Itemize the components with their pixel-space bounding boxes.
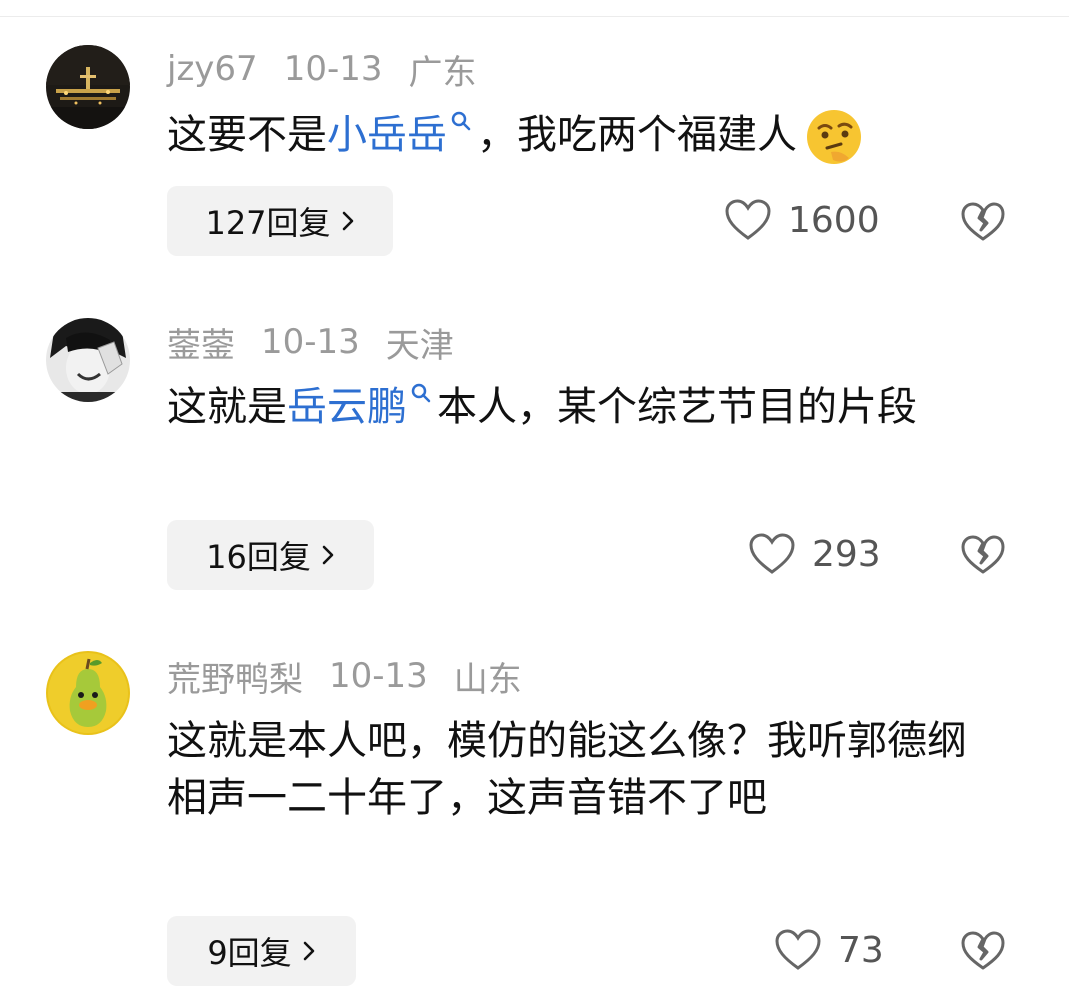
- view-replies-button[interactable]: 9回复: [167, 916, 356, 986]
- view-replies-button[interactable]: 127回复: [167, 186, 393, 256]
- username[interactable]: 蓥蓥: [167, 318, 235, 367]
- comment-date: 10-13: [329, 656, 428, 696]
- comment-meta: jzy67 10-13 广东: [167, 47, 502, 93]
- avatar[interactable]: [46, 45, 130, 129]
- comment-location: 山东: [453, 659, 522, 700]
- like-button[interactable]: 73: [774, 928, 884, 972]
- search-icon[interactable]: [409, 381, 433, 409]
- comment-text: 这就是本人吧，模仿的能这么像？我听郭德纲相声一二十年了，这声音错不了吧: [167, 718, 967, 821]
- comment-date: 10-13: [283, 49, 383, 89]
- keyword-link[interactable]: 岳云鹏: [287, 384, 407, 430]
- heart-icon: [749, 533, 795, 574]
- comment-location: 天津: [385, 325, 454, 366]
- avatar[interactable]: [46, 651, 130, 735]
- comment-date: 10-13: [261, 322, 360, 362]
- comment-location: 广东: [408, 52, 477, 93]
- comment-meta: 蓥蓥 10-13 天津: [167, 318, 480, 367]
- chevron-right-icon: [303, 941, 314, 961]
- comment-text: 这就是岳云鹏 本人，某个综艺节目的片段: [167, 379, 997, 436]
- comment-text: 这要不是小岳岳 ，我吃两个福建人: [167, 107, 997, 166]
- thinking-face-emoji-icon: [807, 110, 861, 164]
- search-icon[interactable]: [449, 109, 473, 137]
- heart-icon: [775, 929, 821, 970]
- heart-icon: [725, 199, 771, 240]
- keyword-link[interactable]: 小岳岳: [327, 112, 447, 158]
- username[interactable]: jzy67: [167, 49, 258, 89]
- chevron-right-icon: [322, 545, 334, 565]
- like-count: 1600: [788, 199, 880, 241]
- comment-meta: 荒野鸭梨 10-13 山东: [167, 652, 548, 701]
- like-count: 73: [838, 929, 884, 971]
- dislike-broken-heart-icon[interactable]: [961, 931, 1005, 971]
- like-button[interactable]: 1600: [724, 198, 880, 242]
- view-replies-button[interactable]: 16回复: [167, 520, 374, 590]
- dislike-broken-heart-icon[interactable]: [961, 535, 1005, 575]
- chevron-right-icon: [342, 211, 353, 231]
- top-divider: [0, 16, 1069, 17]
- like-count: 293: [812, 533, 881, 575]
- dislike-broken-heart-icon[interactable]: [961, 202, 1005, 242]
- username[interactable]: 荒野鸭梨: [167, 652, 303, 701]
- like-button[interactable]: 293: [748, 532, 881, 576]
- avatar[interactable]: [46, 318, 130, 402]
